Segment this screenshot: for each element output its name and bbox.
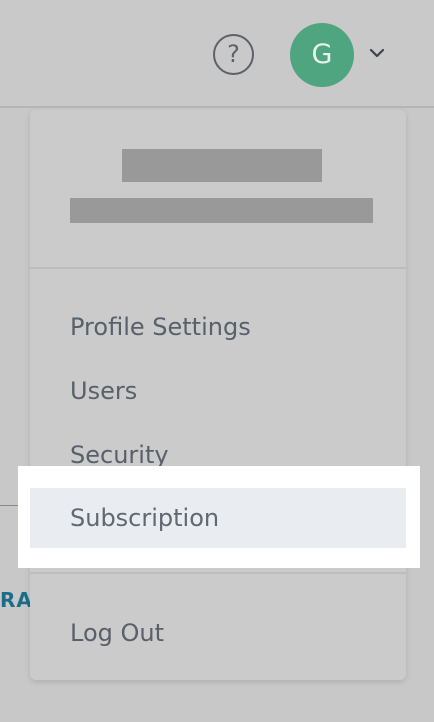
menu-item-subscription[interactable]: Subscription	[70, 503, 219, 533]
menu-item-users[interactable]: Users	[70, 376, 137, 406]
avatar[interactable]: G	[290, 23, 354, 87]
user-email-redacted	[70, 198, 373, 223]
top-bar: ? G	[0, 0, 434, 108]
help-icon[interactable]: ?	[213, 34, 254, 75]
chevron-down-icon[interactable]	[366, 42, 388, 64]
subscription-highlight-frame: Subscription	[18, 466, 420, 568]
menu-divider-bottom	[30, 572, 406, 574]
menu-item-profile-settings[interactable]: Profile Settings	[70, 312, 251, 342]
user-dropdown-menu: Profile Settings Users Security Log Out	[30, 110, 406, 680]
menu-item-log-out[interactable]: Log Out	[70, 618, 164, 648]
background-partial-link[interactable]: RA	[0, 588, 33, 612]
menu-divider-top	[30, 267, 406, 269]
user-name-redacted	[122, 149, 322, 182]
